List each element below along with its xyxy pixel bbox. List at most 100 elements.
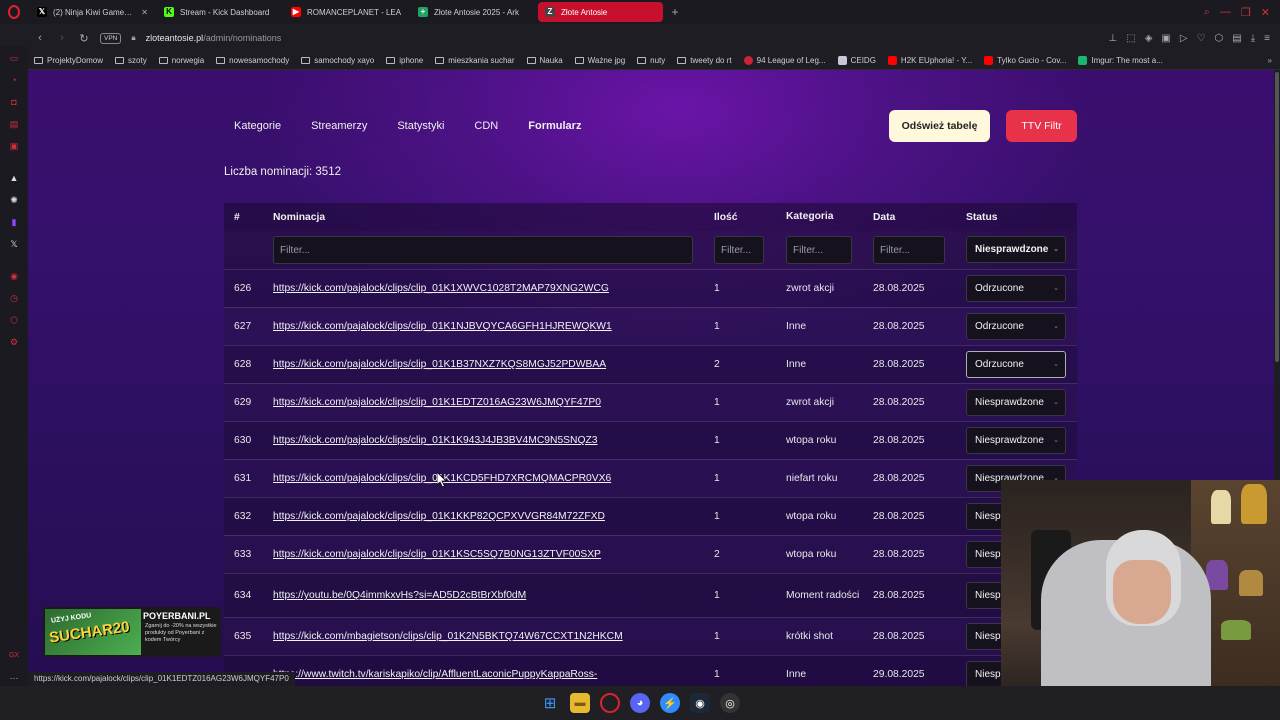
nomination-link[interactable]: https://kick.com/pajalock/clips/clip_01K… — [273, 283, 609, 294]
clock-icon[interactable]: ◷ — [8, 292, 20, 304]
scrollbar-thumb[interactable] — [1275, 72, 1279, 362]
maximize-icon[interactable]: ❐ — [1241, 6, 1251, 19]
back-icon[interactable]: ‹ — [34, 32, 46, 44]
bookmark-folder[interactable]: nowesamochody — [216, 56, 289, 65]
player-icon[interactable]: ◉ — [8, 270, 20, 282]
screenshot-icon[interactable]: ⬚ — [1126, 33, 1135, 44]
more-bookmarks-icon[interactable]: » — [1268, 56, 1280, 65]
status-select[interactable]: Odrzucone ⌄ — [966, 313, 1066, 340]
nomination-link[interactable]: https://www.twitch.tv/kariskapiko/clip/A… — [273, 669, 597, 680]
more-icon[interactable]: ⋯ — [8, 672, 20, 684]
url-field[interactable]: zloteantosie.pl/admin/nominations — [146, 33, 282, 43]
lock-icon[interactable]: 🔒︎ — [131, 33, 135, 43]
forward-icon[interactable]: › — [56, 32, 68, 44]
nomination-link[interactable]: https://youtu.be/0Q4immkxvHs?si=AD5D2cBt… — [273, 590, 526, 601]
nomination-link[interactable]: https://kick.com/pajalock/clips/clip_01K… — [273, 359, 606, 370]
tab-romanceplanet[interactable]: ▶ ROMANCEPLANET - LEA — [284, 2, 409, 22]
steam-icon[interactable]: ◉ — [690, 693, 710, 713]
tab-ninja-kiwi[interactable]: 𝕏 (2) Ninja Kiwi Games w sę ✕ — [30, 2, 155, 22]
nomination-link[interactable]: https://kick.com/pajalock/clips/clip_01K… — [273, 511, 605, 522]
nav-cdn[interactable]: CDN — [474, 120, 498, 132]
status-select[interactable]: Odrzucone ⌄ — [966, 351, 1066, 378]
bookmark-site[interactable]: 94 League of Leg... — [743, 56, 826, 65]
aria-icon[interactable]: ▲ — [8, 172, 20, 184]
nomination-link[interactable]: https://kick.com/pajalock/clips/clip_01K… — [273, 549, 601, 560]
vpn-badge[interactable]: VPN — [100, 32, 122, 44]
bookmark-folder[interactable]: mieszkania suchar — [435, 56, 515, 65]
bookmark-folder[interactable]: norwegia — [158, 56, 204, 65]
bookmark-folder[interactable]: ProjektyDomow — [34, 56, 103, 65]
play-icon[interactable]: ▷ — [1180, 33, 1188, 44]
pin-icon[interactable]: ⊥ — [1109, 33, 1118, 44]
filter-status-select[interactable]: Niesprawdzone ⌄ — [966, 236, 1066, 263]
ttv-filter-button[interactable]: TTV Filtr — [1006, 110, 1077, 142]
opera-gx-icon[interactable] — [600, 693, 620, 713]
bookmark-folder[interactable]: Ważne jpg — [574, 56, 625, 65]
extensions-icon[interactable]: ⬡ — [1215, 33, 1224, 44]
filter-kategoria-input[interactable]: Filter... — [786, 236, 852, 264]
wallet-icon[interactable]: ▤ — [1232, 33, 1241, 44]
discord-icon[interactable]: ◕ — [630, 693, 650, 713]
nomination-link[interactable]: https://kick.com/mbagietson/clips/clip_0… — [273, 631, 623, 642]
home-icon[interactable]: ▭ — [8, 52, 20, 64]
tab-zlote-antosie[interactable]: Z Złote Antosie — [538, 2, 663, 22]
status-select[interactable]: Odrzucone ⌄ — [966, 275, 1066, 302]
bookmark-folder[interactable]: samochody xayo — [301, 56, 374, 65]
cube-icon[interactable]: ⬡ — [8, 314, 20, 326]
filter-data-input[interactable]: Filter... — [873, 236, 945, 264]
bookmark-site[interactable]: Tylko Gucio - Cov... — [984, 56, 1066, 65]
nav-statystyki[interactable]: Statystyki — [397, 120, 444, 132]
nav-kategorie[interactable]: Kategorie — [234, 120, 281, 132]
twitch-icon[interactable]: ▮ — [8, 216, 20, 228]
status-select[interactable]: Niesprawdzone⌄ — [966, 427, 1066, 454]
nomination-link[interactable]: https://kick.com/pajalock/clips/clip_01K… — [273, 435, 598, 446]
download-icon[interactable]: ⤓ — [1251, 33, 1255, 44]
table-row: 627 https://kick.com/pajalock/clips/clip_… — [224, 307, 1077, 345]
search-icon[interactable]: ⌕ — [1204, 6, 1210, 19]
shield-icon[interactable]: ◈ — [1145, 33, 1153, 44]
bookmark-site[interactable]: H2K EUphoria! - Y... — [887, 56, 972, 65]
windows-start-icon[interactable]: ⊞ — [540, 693, 560, 713]
nomination-link[interactable]: https://kick.com/pajalock/clips/clip_01K… — [273, 321, 612, 332]
row-kategoria: Inne — [786, 320, 807, 332]
minimize-icon[interactable]: — — [1220, 6, 1231, 19]
table-row: 631 https://kick.com/pajalock/clips/clip_… — [224, 459, 1077, 497]
bookmark-folder[interactable]: iphone — [386, 56, 423, 65]
snapshot-icon[interactable]: ▣ — [1161, 33, 1170, 44]
x-icon[interactable]: 𝕏 — [8, 238, 20, 250]
bookmark-folder[interactable]: Nauka — [526, 56, 563, 65]
tab-zlote-antosie-sheet[interactable]: + Złote Antosie 2025 - Ark — [411, 2, 536, 22]
nav-formularz[interactable]: Formularz — [528, 120, 581, 132]
lol-icon — [743, 56, 753, 65]
gx-icon[interactable]: GX — [8, 650, 20, 662]
opera-logo-icon[interactable] — [0, 0, 28, 24]
bag-icon[interactable]: ◘ — [8, 96, 20, 108]
file-explorer-icon[interactable]: ▬ — [570, 693, 590, 713]
chatgpt-icon[interactable]: ✺ — [8, 194, 20, 206]
whatsapp-icon[interactable]: ▣ — [8, 140, 20, 152]
bookmark-folder[interactable]: szoty — [115, 56, 147, 65]
nav-streamerzy[interactable]: Streamerzy — [311, 120, 367, 132]
messenger-icon[interactable]: ⚡ — [660, 693, 680, 713]
obs-icon[interactable]: ◎ — [720, 693, 740, 713]
filter-ilosc-input[interactable]: Filter... — [714, 236, 764, 264]
refresh-table-button[interactable]: Odśwież tabelę — [889, 110, 990, 142]
bookmark-folder[interactable]: nuty — [637, 56, 665, 65]
row-ilosc: 1 — [714, 435, 720, 446]
new-tab-button[interactable]: + — [667, 4, 683, 20]
close-icon[interactable]: ✕ — [141, 8, 148, 17]
settings-icon[interactable]: ⚙ — [8, 336, 20, 348]
bookmark-site[interactable]: CEIDG — [837, 56, 876, 65]
heart-icon[interactable]: ♡ — [1197, 33, 1206, 44]
filter-nominacja-input[interactable]: Filter... — [273, 236, 693, 264]
bookmark-site[interactable]: Imgur: The most a... — [1078, 56, 1163, 65]
nomination-link[interactable]: https://kick.com/pajalock/clips/clip_01K… — [273, 397, 601, 408]
bookmark-folder[interactable]: tweety do rt — [677, 56, 732, 65]
messenger-icon[interactable]: ▤ — [8, 118, 20, 130]
reload-icon[interactable]: ↻ — [78, 32, 90, 45]
close-window-icon[interactable]: ✕ — [1261, 6, 1270, 19]
menu-icon[interactable]: ≡ — [1264, 33, 1270, 44]
history-icon[interactable]: ◔ — [8, 74, 20, 86]
status-select[interactable]: Niesprawdzone⌄ — [966, 389, 1066, 416]
tab-kick-dashboard[interactable]: K Stream - Kick Dashboard — [157, 2, 282, 22]
